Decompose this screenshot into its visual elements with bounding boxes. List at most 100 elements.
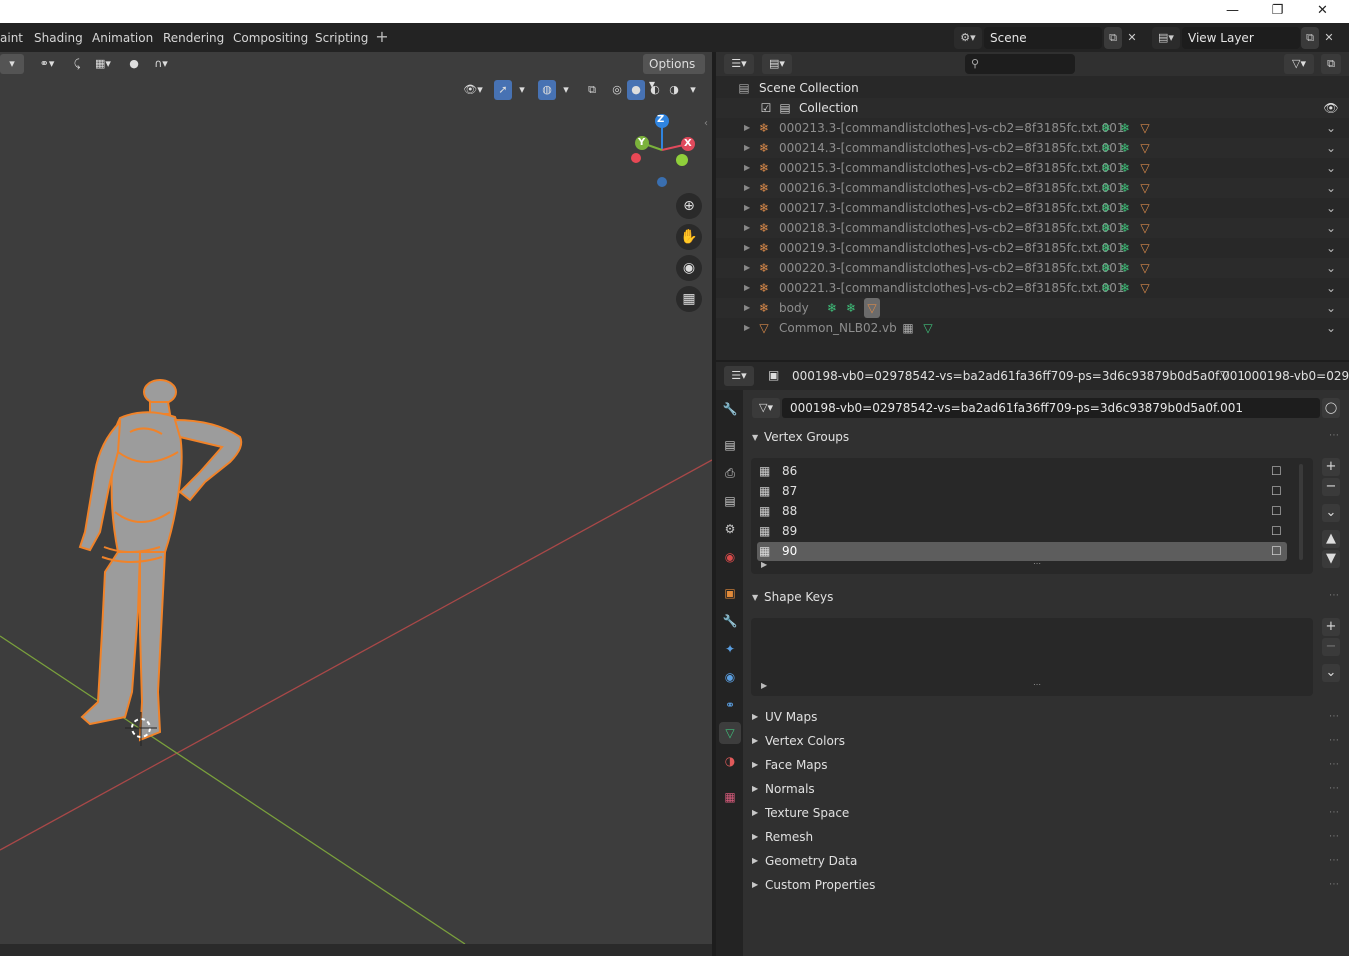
shape-keys-list[interactable]: ▶ ⋯ <box>751 618 1313 696</box>
unlock-icon[interactable]: ☐ <box>1271 502 1282 521</box>
list-resize-grip-icon[interactable]: ⋯ <box>1033 559 1041 568</box>
vertex-groups-collapse-icon[interactable]: ▼ <box>752 433 758 442</box>
section-uv-maps[interactable]: ▶ UV Maps ⋯ <box>746 705 1349 729</box>
remove-shape-key-button[interactable]: − <box>1322 638 1340 656</box>
new-collection-icon[interactable]: ⧉ <box>1321 54 1341 74</box>
zoom-icon[interactable]: ⊕ <box>676 193 702 219</box>
editor-type-icon[interactable]: ☰▾ <box>724 366 754 386</box>
unlock-icon[interactable]: ☐ <box>1271 482 1282 501</box>
snap-target-icon[interactable]: ▦▾ <box>88 54 118 74</box>
expand-icon[interactable]: ▶ <box>744 218 750 238</box>
expand-icon[interactable]: ▶ <box>744 118 750 138</box>
physics-tab-icon[interactable]: ◉ <box>719 666 741 688</box>
visibility-dropdown-icon[interactable]: ⌄ <box>1323 138 1339 158</box>
outliner-scene-collection[interactable]: ▤ Scene Collection <box>716 78 1349 98</box>
visibility-dropdown-icon[interactable]: ⌄ <box>1323 218 1339 238</box>
scene-duplicate-icon[interactable]: ⧉ <box>1104 27 1122 49</box>
falloff-icon[interactable]: ∩▾ <box>146 54 176 74</box>
panel-grip-icon[interactable]: ⋯ <box>1329 873 1339 897</box>
outliner-item[interactable]: ▶ ❄ body ❄ ❄ ▽ ⌄ <box>716 298 1349 318</box>
material-shading-icon[interactable]: ◐ <box>646 80 664 100</box>
section-custom-properties[interactable]: ▶ Custom Properties ⋯ <box>746 873 1349 897</box>
tab-rendering[interactable]: Rendering <box>157 28 230 48</box>
tab-scripting[interactable]: Scripting <box>309 28 374 48</box>
vertex-groups-title[interactable]: Vertex Groups <box>764 430 849 444</box>
camera-view-icon[interactable]: ◉ <box>676 255 702 281</box>
tab-shading[interactable]: Shading <box>28 28 89 48</box>
list-item[interactable]: ▦ 86 ☐ <box>757 462 1287 481</box>
outliner-item[interactable]: ▶ ❄ 000220.3-[commandlistclothes]-vs-cb2… <box>716 258 1349 278</box>
particles-tab-icon[interactable]: ✦ <box>719 638 741 660</box>
section-remesh[interactable]: ▶ Remesh ⋯ <box>746 825 1349 849</box>
collection-checkbox-icon[interactable]: ☑ <box>758 98 774 118</box>
expand-icon[interactable]: ▶ <box>744 138 750 158</box>
visibility-dropdown-icon[interactable]: ⌄ <box>1323 178 1339 198</box>
outliner-filter-view-icon[interactable]: ▤▾ <box>762 54 792 74</box>
panel-grip-icon[interactable]: ⋯ <box>1329 753 1339 777</box>
list-item[interactable]: ▦ 90 ☐ <box>757 542 1287 561</box>
filter-icon[interactable]: ▽▾ <box>1284 54 1314 74</box>
move-down-icon[interactable]: ▼ <box>1322 550 1340 568</box>
expand-icon[interactable]: ▶ <box>744 198 750 218</box>
vertex-groups-list[interactable]: ▦ 86 ☐ ▦ 87 ☐ ▦ 88 ☐ ▦ 89 ☐ ▦ 90 ☐ ▶ ⋯ <box>751 458 1313 574</box>
constraints-tab-icon[interactable]: ⚭ <box>719 694 741 716</box>
section-geometry-data[interactable]: ▶ Geometry Data ⋯ <box>746 849 1349 873</box>
move-up-icon[interactable]: ▲ <box>1322 530 1340 548</box>
panel-grip-icon[interactable]: ⋯ <box>1329 825 1339 849</box>
outliner-item[interactable]: ▶ ❄ 000213.3-[commandlistclothes]-vs-cb2… <box>716 118 1349 138</box>
filter-options-expand-icon[interactable]: ▶ <box>761 560 767 569</box>
section-texture-space[interactable]: ▶ Texture Space ⋯ <box>746 801 1349 825</box>
data-tab-icon[interactable]: ▽ <box>719 722 741 744</box>
tab-animation[interactable]: Animation <box>86 28 159 48</box>
outliner-item[interactable]: ▶ ❄ 000216.3-[commandlistclothes]-vs-cb2… <box>716 178 1349 198</box>
render-tab-icon[interactable]: ▤ <box>719 434 741 456</box>
visibility-dropdown-icon[interactable]: ⌄ <box>1323 258 1339 278</box>
rendered-shading-icon[interactable]: ◑ <box>665 80 683 100</box>
shape-keys-title[interactable]: Shape Keys <box>764 590 833 604</box>
fake-user-shield-icon[interactable]: ◯ <box>1322 398 1340 418</box>
expand-icon[interactable]: ▶ <box>744 178 750 198</box>
gizmo-toggle-icon[interactable]: ➚ <box>494 80 512 100</box>
expand-icon[interactable]: ▶ <box>744 298 750 318</box>
section-face-maps[interactable]: ▶ Face Maps ⋯ <box>746 753 1349 777</box>
view-layer-duplicate-icon[interactable]: ⧉ <box>1301 27 1319 49</box>
outliner-collection[interactable]: ☑ ▤ Collection 👁 <box>716 98 1349 118</box>
panel-grip-icon[interactable]: ⋯ <box>1329 849 1339 873</box>
panel-grip-icon[interactable]: ⋯ <box>1329 777 1339 801</box>
panel-grip-icon[interactable]: ⋯ <box>1329 705 1339 729</box>
outliner-item[interactable]: ▶ ❄ 000215.3-[commandlistclothes]-vs-cb2… <box>716 158 1349 178</box>
overlay-toggle-icon[interactable]: ◍ <box>538 80 556 100</box>
restore-icon[interactable]: ❐ <box>1255 0 1300 23</box>
visibility-dropdown-icon[interactable]: ⌄ <box>1323 298 1339 318</box>
outliner-search-input[interactable]: ⚲ <box>965 54 1075 74</box>
scene-browse-icon[interactable]: ⚙▾ <box>954 27 982 49</box>
texture-tab-icon[interactable]: ▦ <box>719 786 741 808</box>
add-workspace-icon[interactable]: + <box>372 28 392 48</box>
snap-toggle-icon[interactable]: ⤹ <box>68 54 86 74</box>
outliner-item[interactable]: ▶ ❄ 000218.3-[commandlistclothes]-vs-cb2… <box>716 218 1349 238</box>
tool-tab-icon[interactable]: 🔧 <box>719 398 741 420</box>
list-resize-grip-icon[interactable]: ⋯ <box>1033 680 1041 689</box>
tab-compositing[interactable]: Compositing <box>227 28 314 48</box>
scene-tab-icon[interactable]: ⚙ <box>719 518 741 540</box>
shape-keys-collapse-icon[interactable]: ▼ <box>752 593 758 602</box>
add-shape-key-button[interactable]: + <box>1322 618 1340 636</box>
section-normals[interactable]: ▶ Normals ⋯ <box>746 777 1349 801</box>
3d-viewport[interactable]: Z X Y ▾ ⚭▾ ⤹ ▦▾ ● ∩▾ Options ▾ 👁▾ ➚ ▾ ◍ … <box>0 52 712 944</box>
shading-dropdown-icon[interactable]: ▾ <box>685 80 701 100</box>
mesh-browse-icon[interactable]: ▽▾ <box>752 398 780 418</box>
panel-grip-icon[interactable]: ⋯ <box>1329 590 1339 601</box>
overlay-dropdown-icon[interactable]: ▾ <box>558 80 574 100</box>
outliner-item[interactable]: ▶ ❄ 000214.3-[commandlistclothes]-vs-cb2… <box>716 138 1349 158</box>
expand-icon[interactable]: ▶ <box>744 238 750 258</box>
expand-icon[interactable]: ▶ <box>744 158 750 178</box>
outliner-item[interactable]: ▶ ❄ 000217.3-[commandlistclothes]-vs-cb2… <box>716 198 1349 218</box>
visibility-dropdown-icon[interactable]: ⌄ <box>1323 278 1339 298</box>
timeline-bar[interactable] <box>0 944 712 956</box>
perspective-grid-icon[interactable]: ▦ <box>676 286 702 312</box>
expand-icon[interactable]: ▶ <box>744 258 750 278</box>
expand-icon[interactable]: ▶ <box>744 278 750 298</box>
scene-field[interactable]: Scene <box>984 27 1102 49</box>
visibility-dropdown-icon[interactable]: ⌄ <box>1323 158 1339 178</box>
remove-vertex-group-button[interactable]: − <box>1322 478 1340 496</box>
